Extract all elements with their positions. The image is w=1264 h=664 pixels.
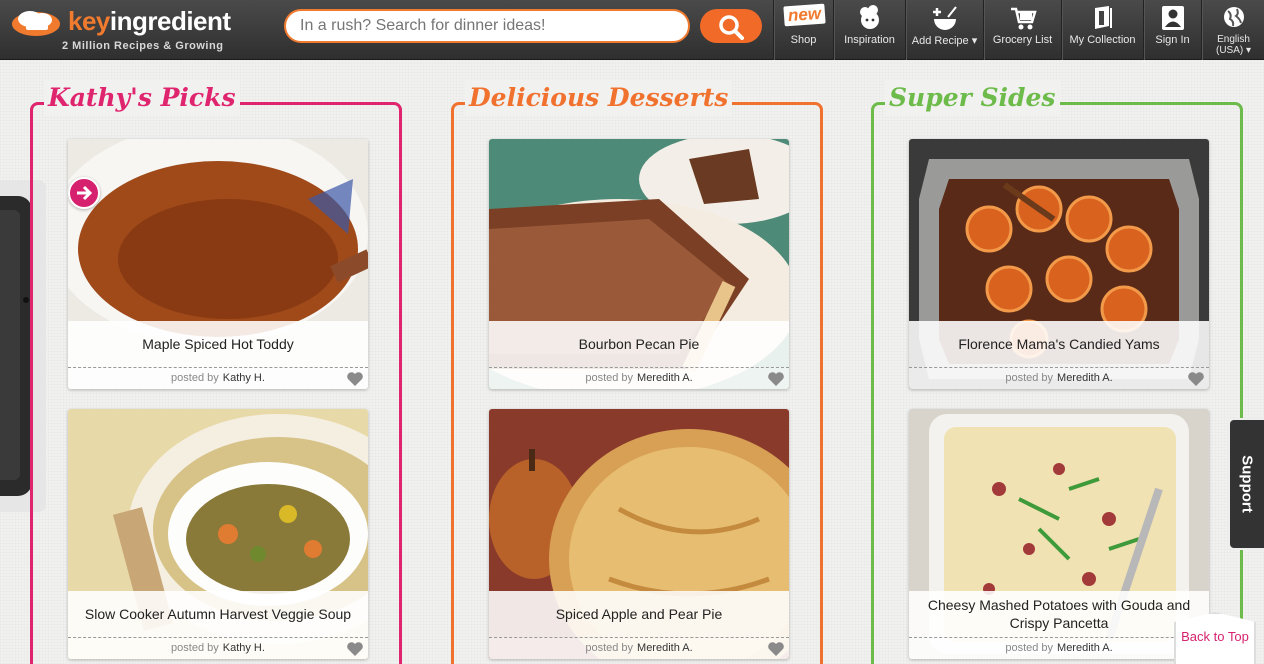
- new-badge: new: [783, 3, 826, 27]
- search-icon: [719, 15, 744, 40]
- support-label: Support: [1238, 455, 1256, 513]
- logo-ingredient-text: ingredient: [109, 6, 231, 36]
- recipe-title[interactable]: Maple Spiced Hot Toddy: [68, 321, 368, 367]
- cart-icon: [1010, 7, 1037, 30]
- recipe-footer: posted by Kathy H.: [68, 367, 368, 389]
- posted-by-label: posted by: [585, 372, 634, 384]
- posted-by-label: posted by: [171, 372, 219, 384]
- nav-add-recipe-label: Add Recipe ▾: [911, 35, 978, 47]
- column-kathys-picks: Kathy's Picks Maple Spiced Hot Toddy pos…: [30, 80, 402, 664]
- recipe-title[interactable]: Cheesy Mashed Potatoes with Gouda and Cr…: [909, 591, 1209, 637]
- recipe-author[interactable]: Kathy H.: [223, 642, 265, 654]
- language-line-2: (USA) ▾: [1215, 45, 1252, 56]
- recipe-title[interactable]: Slow Cooker Autumn Harvest Veggie Soup: [68, 591, 368, 637]
- site-logo[interactable]: keyingredient 2 Million Recipes & Growin…: [8, 4, 231, 56]
- heart-icon[interactable]: [767, 371, 785, 387]
- nav-my-collection-label: My Collection: [1069, 34, 1136, 46]
- search-button[interactable]: [700, 9, 762, 43]
- recipe-card[interactable]: Spiced Apple and Pear Pie posted by Mered…: [489, 409, 789, 659]
- posted-by-label: posted by: [585, 642, 634, 654]
- nav-shop-label: Shop: [790, 34, 817, 46]
- recipe-title[interactable]: Spiced Apple and Pear Pie: [489, 591, 789, 637]
- recipe-footer: posted by Kathy H.: [68, 637, 368, 659]
- recipe-author[interactable]: Meredith A.: [1057, 642, 1113, 654]
- support-tab[interactable]: Support: [1228, 418, 1264, 550]
- column-delicious-desserts: Delicious Desserts Bourbon Pecan Pie pos…: [451, 80, 823, 664]
- nav-my-collection[interactable]: My Collection: [1061, 0, 1143, 60]
- recipe-card[interactable]: Cheesy Mashed Potatoes with Gouda and Cr…: [909, 409, 1209, 659]
- recipe-author[interactable]: Meredith A.: [1057, 372, 1113, 384]
- column-title[interactable]: Kathy's Picks: [44, 80, 240, 116]
- book-icon: [1094, 6, 1112, 29]
- nav-language-label: English (USA) ▾: [1202, 34, 1264, 56]
- recipe-footer: posted by Meredith A.: [489, 367, 789, 389]
- posted-by-label: posted by: [171, 642, 219, 654]
- nav-grocery-list[interactable]: Grocery List: [983, 0, 1061, 60]
- recipe-footer: posted by Meredith A.: [909, 637, 1209, 659]
- nav-inspiration[interactable]: Inspiration: [833, 0, 905, 60]
- logo-tagline: 2 Million Recipes & Growing: [62, 40, 224, 52]
- back-to-top-button[interactable]: Back to Top: [1174, 612, 1256, 664]
- recipe-card[interactable]: Bourbon Pecan Pie posted by Meredith A.: [489, 139, 789, 389]
- recipe-author[interactable]: Meredith A.: [637, 372, 693, 384]
- chef-hat-logo-icon: [12, 11, 60, 36]
- heart-icon[interactable]: [346, 641, 364, 657]
- nav-inspiration-label: Inspiration: [844, 34, 895, 46]
- recipe-title[interactable]: Florence Mama's Candied Yams: [909, 321, 1209, 367]
- nav-shop[interactable]: new Shop: [773, 0, 833, 60]
- recipe-card[interactable]: Maple Spiced Hot Toddy posted by Kathy H.: [68, 139, 368, 389]
- header-nav: new Shop Inspiration Add Recipe ▾ Grocer…: [773, 0, 1264, 60]
- recipe-card[interactable]: Slow Cooker Autumn Harvest Veggie Soup p…: [68, 409, 368, 659]
- logo-text: keyingredient: [68, 6, 231, 37]
- heart-icon[interactable]: [346, 371, 364, 387]
- posted-by-label: posted by: [1005, 642, 1054, 654]
- nav-sign-in-label: Sign In: [1155, 34, 1190, 46]
- recipe-footer: posted by Meredith A.: [489, 637, 789, 659]
- posted-by-label: posted by: [1005, 372, 1054, 384]
- recipe-card[interactable]: Florence Mama's Candied Yams posted by Me…: [909, 139, 1209, 389]
- logo-key-text: key: [68, 6, 110, 36]
- arrow-right-icon: [77, 185, 93, 201]
- person-icon: [1161, 6, 1184, 30]
- nav-sign-in[interactable]: Sign In: [1143, 0, 1201, 60]
- column-super-sides: Super Sides Florence Mama's Candied Yams…: [871, 80, 1243, 664]
- heart-icon[interactable]: [1187, 371, 1205, 387]
- globe-icon: [1223, 7, 1244, 27]
- column-title[interactable]: Super Sides: [885, 80, 1060, 116]
- recipe-title[interactable]: Bourbon Pecan Pie: [489, 321, 789, 367]
- arrow-right-button[interactable]: [68, 177, 100, 209]
- heart-icon[interactable]: [767, 641, 785, 657]
- chef-icon: [859, 5, 879, 29]
- nav-grocery-list-label: Grocery List: [992, 34, 1053, 46]
- recipe-author[interactable]: Kathy H.: [223, 372, 265, 384]
- column-title[interactable]: Delicious Desserts: [465, 80, 733, 116]
- nav-language[interactable]: English (USA) ▾: [1201, 0, 1264, 60]
- nav-add-recipe[interactable]: Add Recipe ▾: [905, 0, 983, 60]
- language-line-1: English: [1217, 34, 1250, 45]
- search-input[interactable]: [284, 9, 690, 43]
- bowl-plus-icon: [932, 6, 957, 30]
- recipe-footer: posted by Meredith A.: [909, 367, 1209, 389]
- recipe-author[interactable]: Meredith A.: [637, 642, 693, 654]
- top-navigation-bar: keyingredient 2 Million Recipes & Growin…: [0, 0, 1264, 60]
